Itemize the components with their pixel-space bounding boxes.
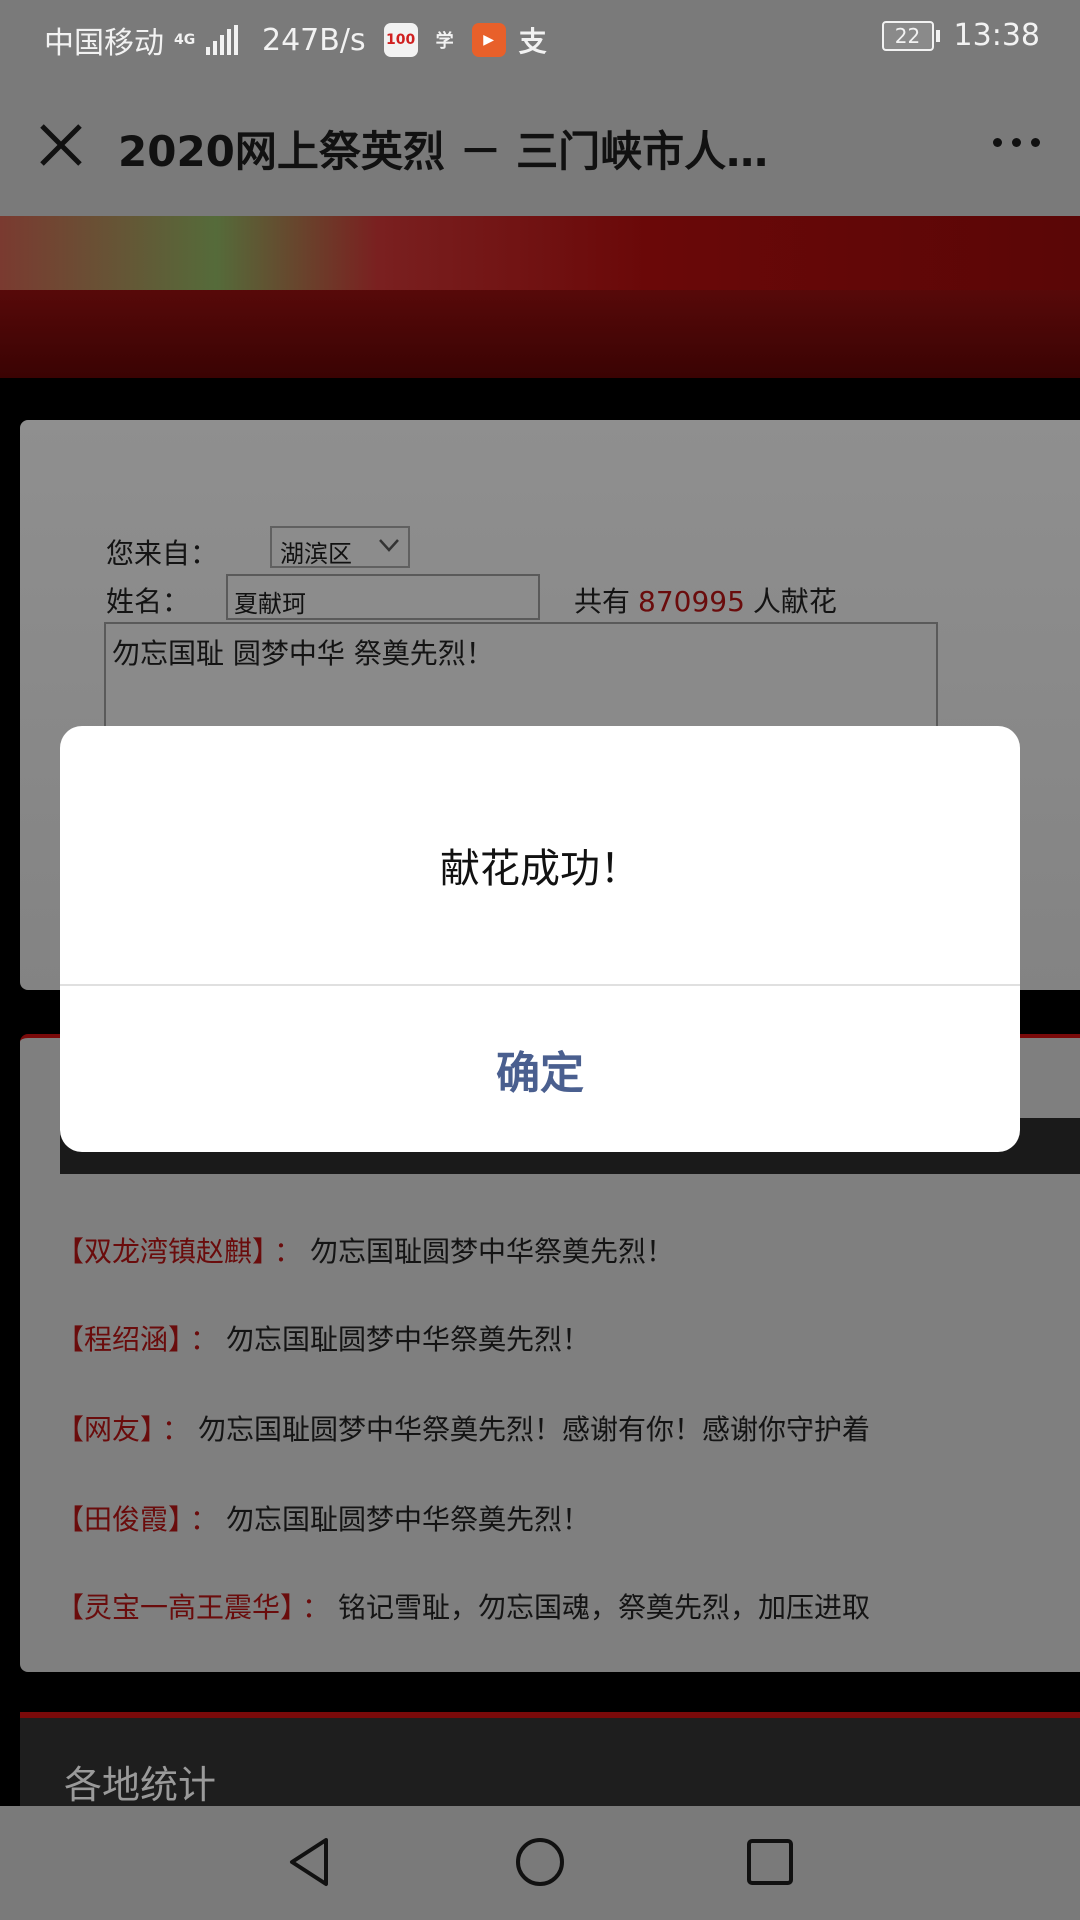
message-row: 【灵宝一高王震华】：铭记雪耻，勿忘国魂，祭奠先烈，加压进取 bbox=[56, 1586, 870, 1626]
confirm-button[interactable]: 确定 bbox=[60, 986, 1020, 1152]
message-separator: ： bbox=[190, 1323, 219, 1356]
message-text: 勿忘国耻圆梦中华祭奠先烈！ bbox=[226, 1323, 591, 1356]
message-row: 【网友】：勿忘国耻圆梦中华祭奠先烈！感谢有你！感谢你守护着 bbox=[56, 1408, 870, 1448]
navigation-bar bbox=[0, 1806, 1080, 1920]
xuexi-app-icon: 学 bbox=[435, 31, 454, 52]
message-row: 【田俊霞】：勿忘国耻圆梦中华祭奠先烈！ bbox=[56, 1498, 590, 1538]
from-label: 您来自： bbox=[106, 537, 219, 570]
carrier-label: 中国移动 bbox=[44, 26, 164, 61]
message-author: 【田俊霞】 bbox=[56, 1503, 183, 1536]
flower-count: 共有 870995 人献花 bbox=[574, 580, 837, 620]
close-icon[interactable] bbox=[36, 120, 86, 170]
message-text: 勿忘国耻圆梦中华祭奠先烈！ bbox=[226, 1503, 591, 1536]
message-text: 勿忘国耻圆梦中华祭奠先烈！ bbox=[310, 1235, 675, 1268]
network-type-label: 4G bbox=[174, 32, 196, 48]
message-separator: ： bbox=[274, 1235, 303, 1268]
stats-title: 各地统计 bbox=[64, 1763, 217, 1807]
message-separator: ： bbox=[190, 1503, 219, 1536]
signal-icon bbox=[206, 25, 238, 55]
network-speed: 247B/s bbox=[262, 22, 366, 58]
home-icon[interactable] bbox=[512, 1834, 568, 1890]
alipay-app-icon: 支 bbox=[518, 25, 547, 58]
message-author: 【网友】 bbox=[56, 1413, 155, 1446]
count-suffix: 人献花 bbox=[752, 585, 837, 618]
back-icon[interactable] bbox=[282, 1834, 338, 1890]
clock: 13:38 bbox=[953, 18, 1040, 53]
status-bar: 中国移动 4G 247B/s 100 学 ▶ 支 22 13:38 bbox=[0, 0, 1080, 76]
message-author: 【程绍涵】 bbox=[56, 1323, 183, 1356]
chevron-down-icon bbox=[379, 539, 399, 552]
count-value: 870995 bbox=[638, 585, 745, 618]
message-text: 铭记雪耻，勿忘国魂，祭奠先烈，加压进取 bbox=[338, 1591, 871, 1624]
message-author: 【灵宝一高王震华】 bbox=[56, 1591, 295, 1624]
title-bar: 2020网上祭英烈 － 三门峡市人… bbox=[0, 76, 1080, 216]
header-banner bbox=[0, 216, 1080, 378]
page-title: 2020网上祭英烈 － 三门峡市人… bbox=[118, 127, 769, 176]
video-app-icon: ▶ bbox=[471, 23, 506, 57]
more-options-icon[interactable] bbox=[993, 138, 1040, 147]
success-dialog: 献花成功！ 确定 bbox=[60, 726, 1020, 1152]
message-author: 【双龙湾镇赵麒】 bbox=[56, 1235, 267, 1268]
100-app-icon: 100 bbox=[383, 23, 418, 57]
count-prefix: 共有 bbox=[574, 585, 631, 618]
battery-icon: 22 bbox=[881, 20, 940, 51]
message-separator: ： bbox=[302, 1591, 331, 1624]
banner-image bbox=[0, 216, 1080, 290]
message-separator: ： bbox=[162, 1413, 191, 1446]
name-field[interactable]: 夏献珂 bbox=[226, 574, 540, 620]
message-row: 【双龙湾镇赵麒】：勿忘国耻圆梦中华祭奠先烈！ bbox=[56, 1230, 674, 1270]
name-label: 姓名： bbox=[106, 585, 191, 618]
message-text: 勿忘国耻圆梦中华祭奠先烈！感谢有你！感谢你守护着 bbox=[198, 1413, 871, 1446]
recents-icon[interactable] bbox=[742, 1834, 798, 1890]
dialog-message: 献花成功！ bbox=[440, 846, 640, 892]
district-select[interactable]: 湖滨区 bbox=[270, 526, 410, 568]
district-select-value: 湖滨区 bbox=[280, 540, 352, 568]
message-row: 【程绍涵】：勿忘国耻圆梦中华祭奠先烈！ bbox=[56, 1318, 590, 1358]
